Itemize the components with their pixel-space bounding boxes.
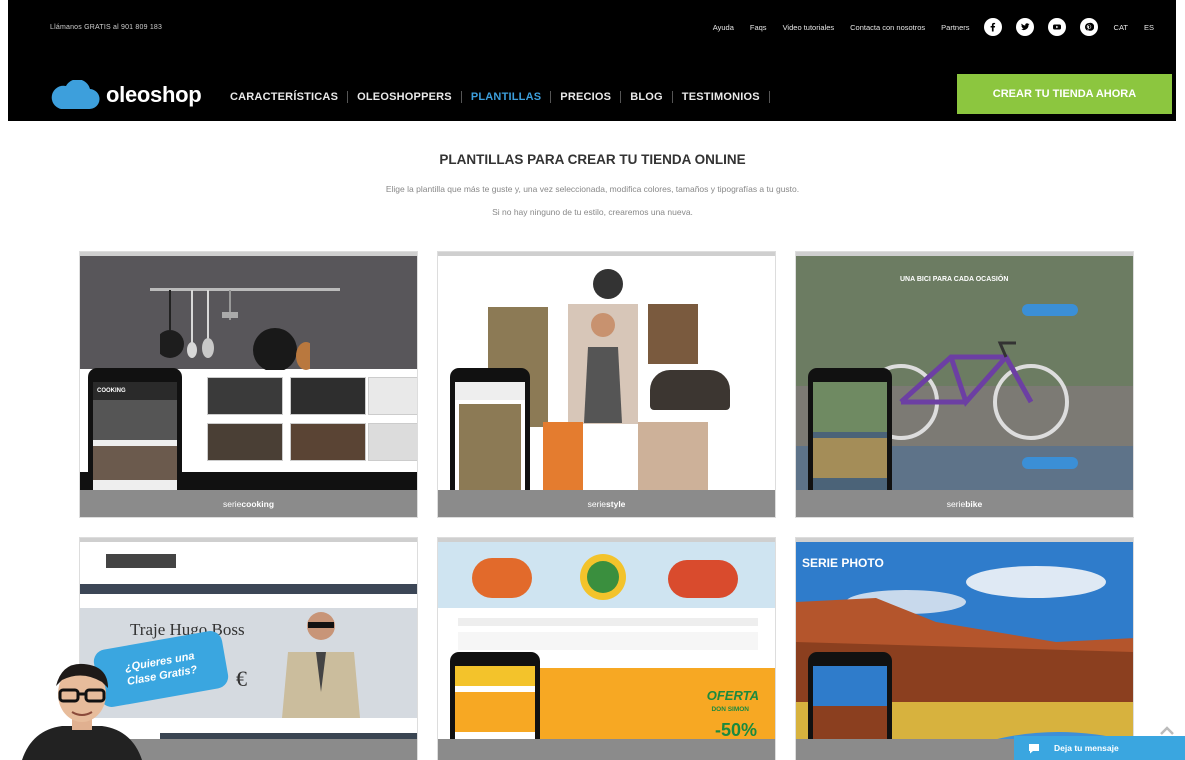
- store-navbar: [80, 584, 417, 594]
- chat-label: Deja tu mensaje: [1054, 743, 1119, 753]
- mobile-banner: [455, 692, 535, 732]
- suit-model-figure: [282, 612, 360, 718]
- page-title: PLANTILLAS PARA CREAR TU TIENDA ONLINE: [439, 152, 746, 167]
- store-menu: [458, 618, 758, 626]
- template-label-prefix: serie: [222, 498, 242, 509]
- youtube-icon[interactable]: [1047, 18, 1066, 36]
- template-label-prefix: serie: [587, 498, 607, 509]
- cloud-icon: [51, 80, 100, 110]
- mobile-header: [455, 382, 525, 400]
- template-label: serie cooking: [80, 490, 417, 517]
- template-card-bike[interactable]: UNA BICI PARA CADA OCASIÓN serie bike: [795, 251, 1134, 518]
- template-label: [438, 739, 775, 760]
- nav-item-blog[interactable]: BLOG: [630, 91, 663, 103]
- model-figure: [584, 313, 622, 423]
- product-photo-coat: [638, 422, 708, 492]
- preview-top-strip: [438, 252, 775, 256]
- product-thumbnail: [368, 423, 417, 461]
- template-card-cooking[interactable]: COOKING serie cooking: [79, 251, 418, 518]
- product-photo-child: [543, 422, 583, 492]
- mobile-header: [455, 666, 535, 686]
- top-link-faqs[interactable]: Faqs: [750, 23, 767, 32]
- product-thumbnail: [290, 423, 366, 461]
- template-card-food[interactable]: OFERTA DON SIMON -50%: [437, 537, 776, 760]
- mascot-avatar[interactable]: [22, 660, 142, 760]
- mobile-hero: [813, 382, 887, 432]
- nav-separator: [460, 91, 462, 103]
- hotline-text: Llámanos GRATIS al 901 809 183: [50, 24, 163, 31]
- top-link-ayuda[interactable]: Ayuda: [713, 23, 734, 32]
- brand-name: oleoshop: [106, 82, 202, 107]
- template-label: serie bike: [796, 490, 1133, 517]
- nav-item-caracteristicas[interactable]: CARACTERÍSTICAS: [230, 91, 338, 103]
- kitchen-utensils-illustration: [160, 290, 310, 370]
- nav-separator: [347, 91, 349, 103]
- facebook-icon[interactable]: [983, 18, 1002, 36]
- template-card-style[interactable]: serie style: [437, 251, 776, 518]
- oleoshop-logo[interactable]: oleoshop: [48, 80, 202, 110]
- mobile-hero: [813, 666, 887, 706]
- nav-separator: [620, 91, 622, 103]
- mobile-product: [459, 404, 521, 494]
- store-logo: [580, 554, 626, 600]
- product-thumbnail: [368, 377, 417, 415]
- nav-item-testimonios[interactable]: TESTIMONIOS: [682, 91, 760, 103]
- product-photo-bag: [648, 304, 698, 364]
- top-bar: Llámanos GRATIS al 901 809 183 Ayuda Faq…: [8, 0, 1176, 58]
- mobile-hero: [93, 400, 177, 440]
- banner-button: [1022, 457, 1078, 469]
- offer-brand: DON SIMON: [711, 706, 749, 713]
- product-thumbnail: [207, 377, 283, 415]
- chat-bubble-icon: [1029, 743, 1039, 753]
- nav-item-precios[interactable]: PRECIOS: [560, 91, 611, 103]
- main-nav: oleoshop CARACTERÍSTICAS OLEOSHOPPERS PL…: [8, 72, 1176, 118]
- nav-separator: [671, 91, 673, 103]
- template-label: serie style: [438, 490, 775, 517]
- nav-separator: [768, 91, 770, 103]
- preview-top-strip: [80, 538, 417, 542]
- offer-title: OFERTA: [706, 688, 759, 703]
- fruits-image: [668, 560, 738, 598]
- top-links: Ayuda Faqs Video tutoriales Contacta con…: [697, 18, 1154, 36]
- store-logo: [106, 554, 176, 568]
- nav-item-plantillas[interactable]: PLANTILLAS: [471, 91, 541, 103]
- product-photo-shoes: [650, 370, 730, 410]
- store-logo: [593, 269, 623, 299]
- lang-cat[interactable]: CAT: [1114, 23, 1128, 32]
- scroll-to-top-icon[interactable]: [1158, 722, 1176, 740]
- vegetables-image: [472, 558, 532, 598]
- hero-price: €: [236, 666, 247, 691]
- cooking-hero-image: [80, 256, 417, 370]
- photo-title: SERIE PHOTO: [802, 556, 884, 570]
- mobile-title: COOKING: [93, 382, 177, 400]
- product-thumbnail: [207, 423, 283, 461]
- offer-discount: -50%: [714, 720, 757, 740]
- create-store-button[interactable]: CREAR TU TIENDA AHORA: [957, 74, 1172, 114]
- top-link-partners[interactable]: Partners: [941, 23, 969, 32]
- nav-menu: CARACTERÍSTICAS OLEOSHOPPERS PLANTILLAS …: [230, 91, 779, 103]
- template-card-photo[interactable]: SERIE PHOTO: [795, 537, 1134, 760]
- nav-separator: [550, 91, 552, 103]
- mobile-product: [93, 446, 177, 480]
- page-subtitle-line2: Si no hay ninguno de tu estilo, crearemo…: [492, 207, 693, 217]
- bike-headline: UNA BICI PARA CADA OCASIÓN: [900, 276, 1009, 283]
- site-header: Llámanos GRATIS al 901 809 183 Ayuda Faq…: [8, 0, 1176, 121]
- page-subtitle-line1: Elige la plantilla que más te guste y, u…: [385, 184, 800, 194]
- brand-logos-row: [458, 632, 758, 650]
- template-label-prefix: serie: [946, 498, 966, 509]
- template-label-name: cooking: [241, 498, 275, 509]
- template-label-name: bike: [965, 498, 983, 509]
- top-link-video-tutoriales[interactable]: Video tutoriales: [783, 23, 835, 32]
- top-link-contacta[interactable]: Contacta con nosotros: [850, 23, 925, 32]
- pinterest-icon[interactable]: [1079, 18, 1098, 36]
- twitter-icon[interactable]: [1015, 18, 1034, 36]
- hero-button: [1022, 304, 1078, 316]
- mobile-banner: [813, 438, 887, 478]
- template-label-name: style: [606, 498, 626, 509]
- lang-es[interactable]: ES: [1144, 23, 1154, 32]
- product-thumbnail: [290, 377, 366, 415]
- nav-item-oleoshoppers[interactable]: OLEOSHOPPERS: [357, 91, 452, 103]
